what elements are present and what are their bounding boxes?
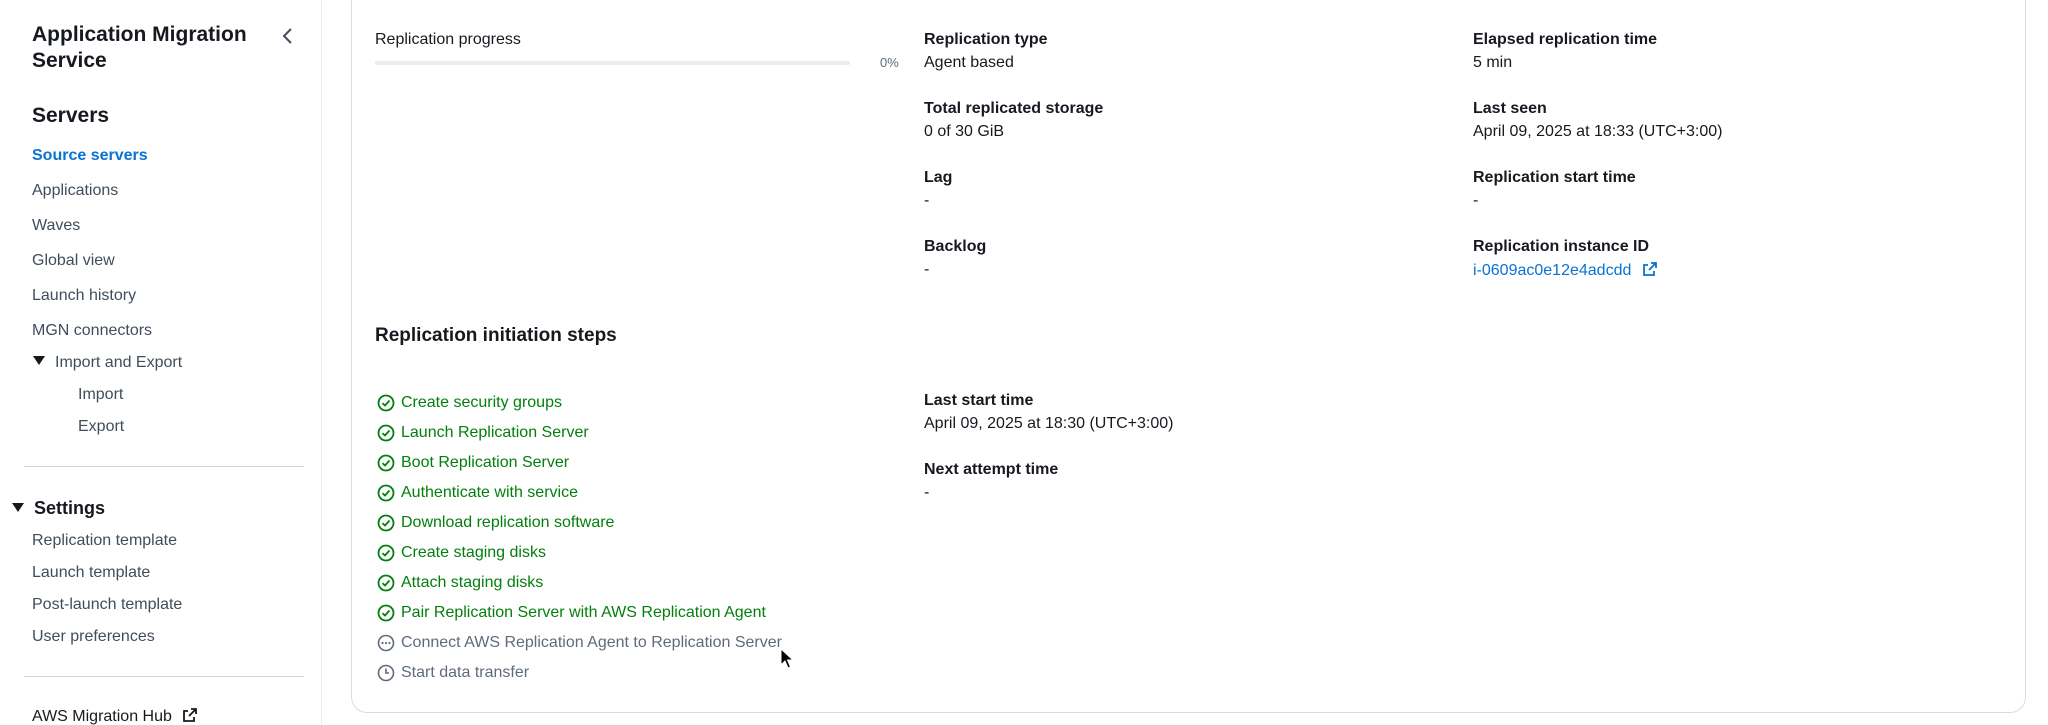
lag-value: - [924,192,930,209]
nav-divider [24,676,304,677]
next-attempt-time-value: - [924,484,930,501]
replication-type-label: Replication type [924,31,1048,48]
initiation-step: Connect AWS Replication Agent to Replica… [377,632,782,654]
replication-instance-id-label: Replication instance ID [1473,238,1650,255]
last-start-time-value: April 09, 2025 at 18:30 (UTC+3:00) [924,415,1174,432]
service-title[interactable]: Application Migration Service [32,22,262,74]
nav-applications[interactable]: Applications [32,182,118,200]
check-circle-icon [377,604,395,622]
elapsed-time-value: 5 min [1473,54,1513,71]
migration-hub-label: AWS Migration Hub [32,708,172,725]
servers-heading: Servers [32,104,110,127]
nav-launch-template[interactable]: Launch template [32,564,150,582]
settings-label: Settings [34,498,106,518]
nav-import[interactable]: Import [78,386,123,404]
check-circle-icon [377,394,395,412]
nav-waves[interactable]: Waves [32,217,80,235]
caret-down-icon [12,503,24,512]
check-circle-icon [377,574,395,592]
initiation-step-label: Authenticate with service [401,484,578,501]
check-circle-icon [377,544,395,562]
replication-type-value: Agent based [924,54,1014,71]
replication-start-time-value: - [1473,192,1479,209]
initiation-step-label: Create staging disks [401,544,546,561]
external-link-icon [183,708,198,722]
last-seen-value: April 09, 2025 at 18:33 (UTC+3:00) [1473,123,1723,140]
nav-post-launch-template[interactable]: Post-launch template [32,596,182,614]
check-circle-icon [377,454,395,472]
last-start-time-label: Last start time [924,392,1034,409]
initiation-step: Attach staging disks [377,572,543,594]
nav-global-view[interactable]: Global view [32,252,115,270]
nav-mgn-connectors[interactable]: MGN connectors [32,322,152,340]
check-circle-icon [377,484,395,502]
external-link-icon [1642,262,1657,276]
nav-user-preferences[interactable]: User preferences [32,628,155,646]
in-progress-circle-icon [377,634,395,652]
mouse-cursor-icon [780,648,794,669]
total-storage-label: Total replicated storage [924,100,1104,117]
backlog-label: Backlog [924,238,987,255]
initiation-step: Create security groups [377,392,562,414]
collapse-nav-icon[interactable] [278,26,298,46]
initiation-step-label: Download replication software [401,514,615,531]
backlog-value: - [924,261,930,278]
settings-toggle[interactable]: Settings [12,498,105,519]
nav-migration-hub[interactable]: AWS Migration Hub [32,707,198,725]
initiation-step-label: Pair Replication Server with AWS Replica… [401,604,766,621]
import-export-toggle[interactable]: Import and Export [33,354,182,372]
elapsed-time-label: Elapsed replication time [1473,31,1658,48]
last-seen-label: Last seen [1473,100,1547,117]
nav-launch-history[interactable]: Launch history [32,287,136,305]
replication-progress-label: Replication progress [375,31,521,48]
side-navigation: Application Migration Service Servers So… [0,0,322,725]
lag-label: Lag [924,169,953,186]
initiation-step-label: Attach staging disks [401,574,544,591]
initiation-step: Start data transfer [377,662,529,684]
nav-replication-template[interactable]: Replication template [32,532,177,550]
import-export-label: Import and Export [55,354,183,371]
initiation-step-label: Create security groups [401,394,562,411]
initiation-steps-heading: Replication initiation steps [375,325,617,346]
initiation-step: Boot Replication Server [377,452,569,474]
initiation-step: Authenticate with service [377,482,578,504]
replication-start-time-label: Replication start time [1473,169,1636,186]
initiation-step-label: Boot Replication Server [401,454,570,471]
nav-source-servers[interactable]: Source servers [32,147,148,165]
check-circle-icon [377,514,395,532]
initiation-step: Pair Replication Server with AWS Replica… [377,602,766,624]
check-circle-icon [377,424,395,442]
caret-down-icon [33,356,45,365]
initiation-step: Create staging disks [377,542,546,564]
initiation-step-label: Connect AWS Replication Agent to Replica… [401,634,782,651]
initiation-step-label: Start data transfer [401,664,530,681]
initiation-step-label: Launch Replication Server [401,424,589,441]
replication-progress-bar [375,61,850,65]
total-storage-value: 0 of 30 GiB [924,123,1005,140]
initiation-step: Launch Replication Server [377,422,589,444]
next-attempt-time-label: Next attempt time [924,461,1059,478]
nav-export[interactable]: Export [78,418,124,436]
instance-id-text: i-0609ac0e12e4adcdd [1473,262,1632,279]
initiation-step: Download replication software [377,512,614,534]
nav-divider [24,466,304,467]
clock-icon [377,664,395,682]
replication-instance-id-link[interactable]: i-0609ac0e12e4adcdd [1473,261,1658,280]
replication-progress-percent: 0% [880,55,899,70]
